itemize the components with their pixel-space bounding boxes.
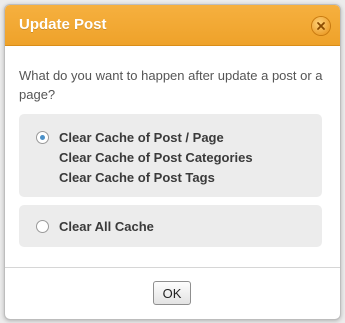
option-line-post-page: Clear Cache of Post / Page [59,130,224,145]
option-line-post-categories: Clear Cache of Post Categories [59,150,253,165]
option-label[interactable]: Clear Cache of Post / Page Clear Cache o… [59,128,253,188]
radio-clear-all-cache[interactable] [36,220,49,233]
ok-button[interactable]: OK [153,281,191,305]
option-line-all-cache: Clear All Cache [59,219,154,234]
radio-clear-post-cache[interactable] [36,131,49,144]
dialog-prompt: What do you want to happen after update … [19,68,323,102]
option-line-post-tags: Clear Cache of Post Tags [59,170,215,185]
dialog-title: Update Post [19,16,107,33]
option-label[interactable]: Clear All Cache [59,217,154,237]
dialog-titlebar: Update Post [5,5,340,46]
footer-divider [5,267,340,268]
option-clear-all-cache[interactable]: Clear All Cache [19,205,322,247]
option-clear-post-cache[interactable]: Clear Cache of Post / Page Clear Cache o… [19,114,322,197]
close-icon[interactable] [312,17,330,35]
update-post-dialog: Update Post What do you want to happen a… [4,4,341,320]
